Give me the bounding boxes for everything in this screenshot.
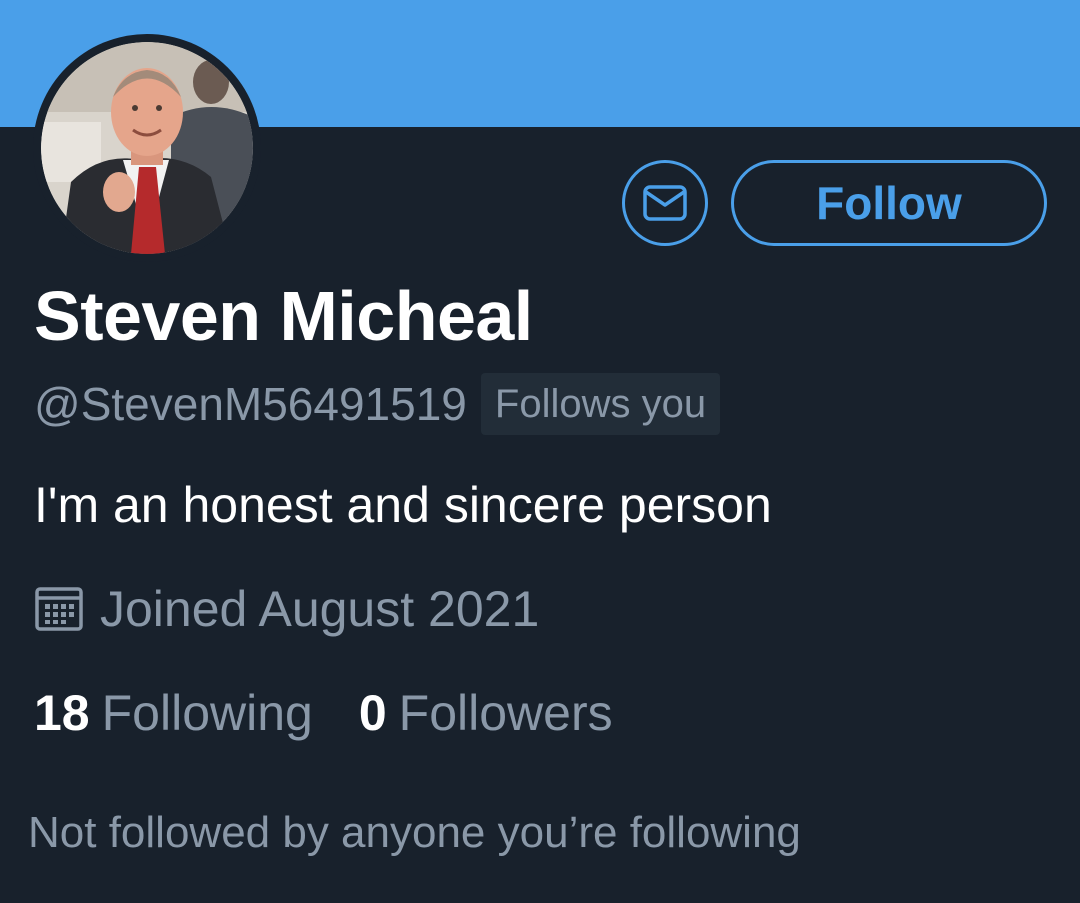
follow-stats: 18 Following 0 Followers [34, 684, 613, 742]
follows-you-badge: Follows you [480, 373, 721, 435]
message-button[interactable] [622, 160, 708, 246]
avatar[interactable] [33, 34, 261, 262]
followers-label: Followers [398, 685, 613, 741]
followers-count: 0 [358, 685, 387, 741]
avatar-photo [41, 42, 253, 254]
display-name: Steven Micheal [34, 277, 533, 355]
follow-button[interactable]: Follow [731, 160, 1047, 246]
followers-stat[interactable]: 0 Followers [359, 684, 613, 742]
following-count: 18 [34, 685, 90, 741]
mutual-followers-note: Not followed by anyone you’re following [28, 808, 801, 857]
handle-row: @StevenM56491519 Follows you [34, 372, 721, 436]
joined-date-row: Joined August 2021 [34, 580, 539, 638]
calendar-icon [35, 587, 83, 631]
user-handle: @StevenM56491519 [34, 378, 467, 430]
following-label: Following [101, 685, 313, 741]
following-stat[interactable]: 18 Following [34, 684, 313, 742]
mail-icon [643, 185, 687, 221]
follow-button-label: Follow [816, 177, 962, 229]
profile-bio: I'm an honest and sincere person [34, 477, 772, 533]
joined-date: Joined August 2021 [100, 581, 540, 637]
